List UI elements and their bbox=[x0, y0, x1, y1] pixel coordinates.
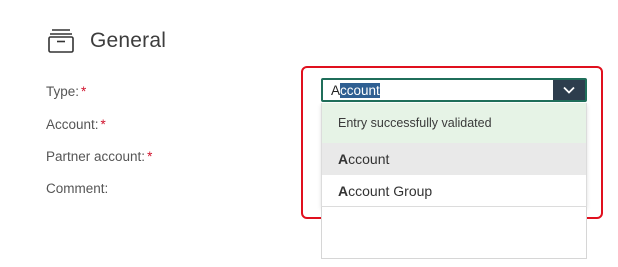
section-title: General bbox=[90, 29, 167, 52]
type-selected-text: ccount bbox=[340, 82, 380, 98]
partner-account-label-text: Partner account: bbox=[46, 149, 146, 164]
type-dropdown-list: Entry successfully validated Account Acc… bbox=[321, 103, 587, 207]
type-typed-text: A bbox=[331, 82, 341, 98]
chevron-down-icon bbox=[563, 86, 575, 94]
comment-label-text: Comment: bbox=[46, 181, 109, 196]
comment-label: Comment: bbox=[46, 181, 108, 196]
option-match: A bbox=[338, 151, 349, 167]
comment-textarea[interactable] bbox=[321, 207, 587, 259]
option-account[interactable]: Account bbox=[322, 143, 586, 175]
account-label-text: Account: bbox=[46, 117, 99, 132]
required-marker: * bbox=[100, 117, 106, 132]
type-combobox[interactable]: Account bbox=[321, 78, 587, 102]
account-label: Account: * bbox=[46, 117, 106, 132]
partner-account-label: Partner account: * bbox=[46, 149, 152, 164]
option-account-group[interactable]: Account Group bbox=[322, 175, 586, 207]
required-marker: * bbox=[147, 149, 153, 164]
dropdown-toggle-button[interactable] bbox=[553, 80, 585, 100]
type-input[interactable]: Account bbox=[323, 80, 553, 100]
type-label-text: Type: bbox=[46, 84, 80, 99]
option-rest: ccount Group bbox=[348, 183, 433, 199]
required-marker: * bbox=[81, 84, 87, 99]
option-rest: ccount bbox=[348, 151, 390, 167]
validation-status: Entry successfully validated bbox=[322, 103, 586, 143]
type-label: Type: * bbox=[46, 84, 86, 99]
archive-box-icon bbox=[48, 29, 74, 53]
section-header: General bbox=[46, 26, 166, 56]
option-match: A bbox=[338, 183, 349, 199]
